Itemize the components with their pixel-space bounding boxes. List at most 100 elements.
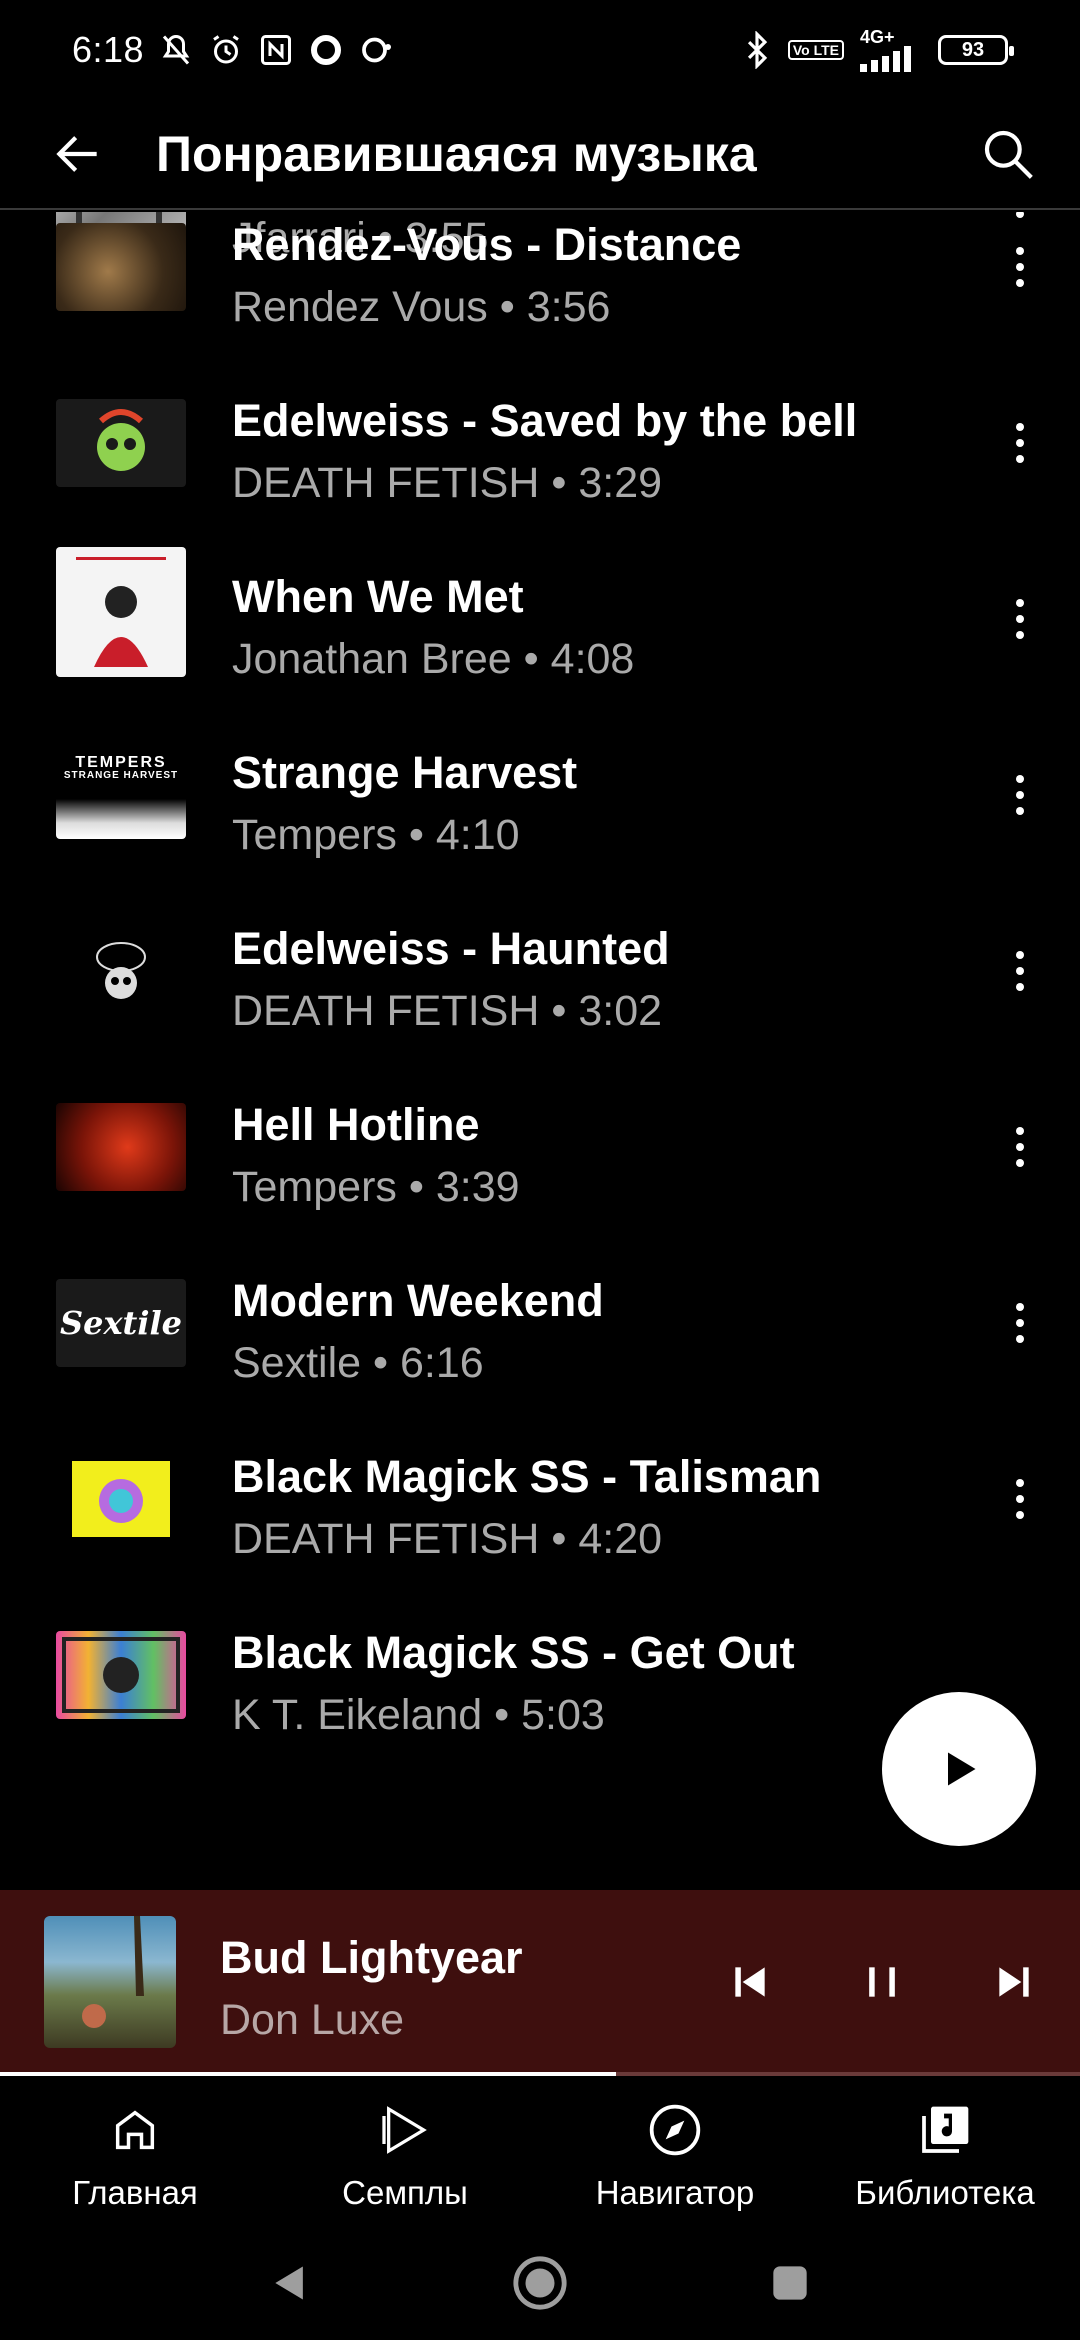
album-art-text: Sextile [60, 1304, 182, 1342]
nav-item-explore[interactable]: Навигатор [540, 2076, 810, 2226]
album-art [56, 1103, 186, 1191]
track-row[interactable]: Black Magick SS - Talisman DEATH FETISH … [0, 1411, 1080, 1587]
track-subtitle: Tempers • 4:10 [232, 811, 520, 859]
track-title: Rendez-Vous - Distance [232, 219, 742, 270]
album-art [56, 223, 186, 311]
volte-badge: Vo LTE [787, 40, 844, 60]
nav-label: Навигатор [595, 2174, 755, 2211]
next-button[interactable] [974, 1942, 1054, 2022]
play-icon [948, 1752, 976, 1786]
track-title: Strange Harvest [232, 747, 578, 798]
track-title: Edelweiss - Haunted [232, 923, 670, 974]
track-title: Edelweiss - Saved by the bell [232, 395, 858, 446]
album-art [56, 927, 186, 1015]
circle-app-icon [311, 35, 342, 65]
play-all-button[interactable] [882, 1692, 1036, 1846]
track-subtitle: DEATH FETISH • 3:29 [232, 459, 663, 507]
pause-button[interactable] [842, 1942, 922, 2022]
page-title: Понравившаяся музыка [156, 126, 757, 182]
track-subtitle: Jonathan Bree • 4:08 [232, 635, 635, 683]
arrow-left-icon [56, 136, 97, 172]
bottom-navigation: Главная Семплы Навигатор Библиотека [0, 2076, 1080, 2226]
more-options-button[interactable] [990, 1283, 1050, 1363]
home-icon [105, 2100, 165, 2160]
track-title: Modern Weekend [232, 1275, 604, 1326]
more-options-button[interactable] [990, 579, 1050, 659]
back-button[interactable] [28, 99, 128, 209]
mini-player[interactable]: Bud Lightyear Don Luxe [0, 1890, 1080, 2076]
track-subtitle: K T. Eikeland • 5:03 [232, 1691, 605, 1739]
compass-icon [645, 2100, 705, 2160]
circle-home-icon [513, 2256, 567, 2310]
status-bar: 6:18 Vo LTE 4G+ 93 [0, 0, 1080, 100]
more-options-button[interactable] [990, 1459, 1050, 1539]
nfc-icon [261, 35, 292, 65]
system-back-button[interactable] [260, 2253, 320, 2313]
more-options-button[interactable] [990, 755, 1050, 835]
track-title: When We Met [232, 571, 524, 622]
track-title: Black Magick SS - Talisman [232, 1451, 822, 1502]
more-options-button[interactable] [990, 403, 1050, 483]
album-art-subtext: STRANGE HARVEST [63, 770, 179, 781]
nav-label: Библиотека [855, 2174, 1035, 2211]
album-art-text: TEMPERS [75, 754, 167, 771]
search-button[interactable] [958, 99, 1058, 209]
system-navigation-bar [0, 2226, 1080, 2340]
album-art: TEMPERS STRANGE HARVEST [56, 751, 186, 839]
triangle-back-icon [275, 2266, 303, 2300]
nav-label: Семплы [342, 2174, 468, 2211]
track-row[interactable]: Rendez-Vous - Distance Rendez Vous • 3:5… [0, 212, 1080, 355]
track-subtitle: Rendez Vous • 3:56 [232, 283, 611, 331]
track-title: Hell Hotline [232, 1099, 480, 1150]
now-playing-artist: Don Luxe [220, 1996, 405, 2044]
more-options-button[interactable] [990, 227, 1050, 307]
network-type-label: 4G+ [860, 27, 895, 47]
album-art [56, 399, 186, 487]
more-options-button[interactable] [990, 931, 1050, 1011]
system-home-button[interactable] [510, 2253, 570, 2313]
status-time: 6:18 [72, 29, 145, 70]
more-options-button[interactable] [990, 1107, 1050, 1187]
album-art: Sextile [56, 1279, 186, 1367]
chat-app-icon [362, 37, 392, 63]
track-row[interactable]: When We Met Jonathan Bree • 4:08 [0, 531, 1080, 707]
track-row[interactable]: Hell Hotline Tempers • 3:39 [0, 1059, 1080, 1235]
track-row[interactable]: TEMPERS STRANGE HARVEST Strange Harvest … [0, 707, 1080, 883]
system-recents-button[interactable] [760, 2253, 820, 2313]
track-subtitle: DEATH FETISH • 4:20 [232, 1515, 663, 1563]
status-right: Vo LTE 4G+ 93 [742, 28, 1014, 72]
track-row[interactable]: Sextile Modern Weekend Sextile • 6:16 [0, 1235, 1080, 1411]
now-playing-title: Bud Lightyear [220, 1932, 523, 1983]
previous-button[interactable] [710, 1942, 790, 2022]
signal-icon [860, 46, 911, 72]
album-art [56, 1455, 186, 1543]
notification-icons [158, 32, 394, 68]
track-row[interactable]: Edelweiss - Haunted DEATH FETISH • 3:02 [0, 883, 1080, 1059]
skip-previous-icon [735, 1967, 765, 1997]
battery-indicator: 93 [938, 35, 1014, 65]
alarm-icon [213, 35, 239, 64]
track-title: Black Magick SS - Get Out [232, 1627, 795, 1678]
nav-item-home[interactable]: Главная [0, 2076, 270, 2226]
nav-label: Главная [72, 2174, 198, 2211]
skip-next-icon [999, 1967, 1029, 1997]
status-left: 6:18 [72, 29, 394, 71]
track-subtitle: Tempers • 3:39 [232, 1163, 520, 1211]
signal-group: 4G+ [860, 28, 922, 72]
now-playing-album-art [44, 1916, 176, 2048]
track-subtitle: Sextile • 6:16 [232, 1339, 484, 1387]
nav-item-samples[interactable]: Семплы [270, 2076, 540, 2226]
square-recents-icon [773, 2266, 807, 2300]
bell-muted-icon [162, 34, 190, 65]
pause-icon [869, 1967, 895, 1997]
app-bar: Понравившаяся музыка [0, 100, 1080, 210]
library-icon [915, 2100, 975, 2160]
bluetooth-icon [747, 31, 767, 69]
search-icon [984, 130, 1033, 179]
samples-icon [375, 2100, 435, 2160]
album-art [56, 1631, 186, 1719]
track-list[interactable]: Jfarrari • 3:55 Rendez-Vous - Distance R… [0, 212, 1080, 1890]
album-art [56, 547, 186, 677]
nav-item-library[interactable]: Библиотека [810, 2076, 1080, 2226]
track-row[interactable]: Edelweiss - Saved by the bell DEATH FETI… [0, 355, 1080, 531]
